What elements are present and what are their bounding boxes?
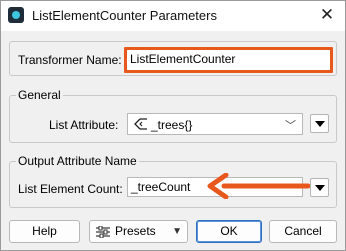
app-icon	[8, 7, 24, 23]
list-element-count-menu-button[interactable]	[310, 178, 329, 197]
cancel-button[interactable]: Cancel	[269, 220, 337, 243]
parameters-dialog: ListElementCounter Parameters ✕ Transfor…	[0, 0, 346, 251]
transformer-name-label: Transformer Name:	[18, 53, 122, 67]
sliders-icon	[96, 226, 110, 238]
list-attribute-value: _trees{}	[151, 118, 193, 132]
list-attribute-combo[interactable]: _trees{} ﹀	[127, 113, 303, 135]
list-attribute-menu-button[interactable]	[310, 114, 329, 133]
presets-label: Presets	[115, 224, 156, 238]
highlight-box	[124, 47, 333, 73]
list-attribute-icon	[134, 118, 147, 130]
title-bar: ListElementCounter Parameters ✕	[1, 1, 345, 31]
ok-button[interactable]: OK	[196, 220, 262, 243]
window-title: ListElementCounter Parameters	[32, 8, 217, 23]
general-group-title: General	[16, 88, 63, 102]
close-button[interactable]: ✕	[315, 4, 339, 26]
list-element-count-label: List Element Count:	[18, 182, 123, 196]
annotation-arrow	[207, 173, 310, 199]
chevron-down-icon: ▼	[172, 226, 182, 237]
help-button[interactable]: Help	[9, 220, 80, 243]
chevron-down-icon: ﹀	[285, 120, 296, 132]
presets-button[interactable]: Presets ▼	[89, 220, 188, 243]
output-group-title: Output Attribute Name	[16, 154, 139, 168]
list-attribute-label: List Attribute:	[49, 118, 119, 132]
